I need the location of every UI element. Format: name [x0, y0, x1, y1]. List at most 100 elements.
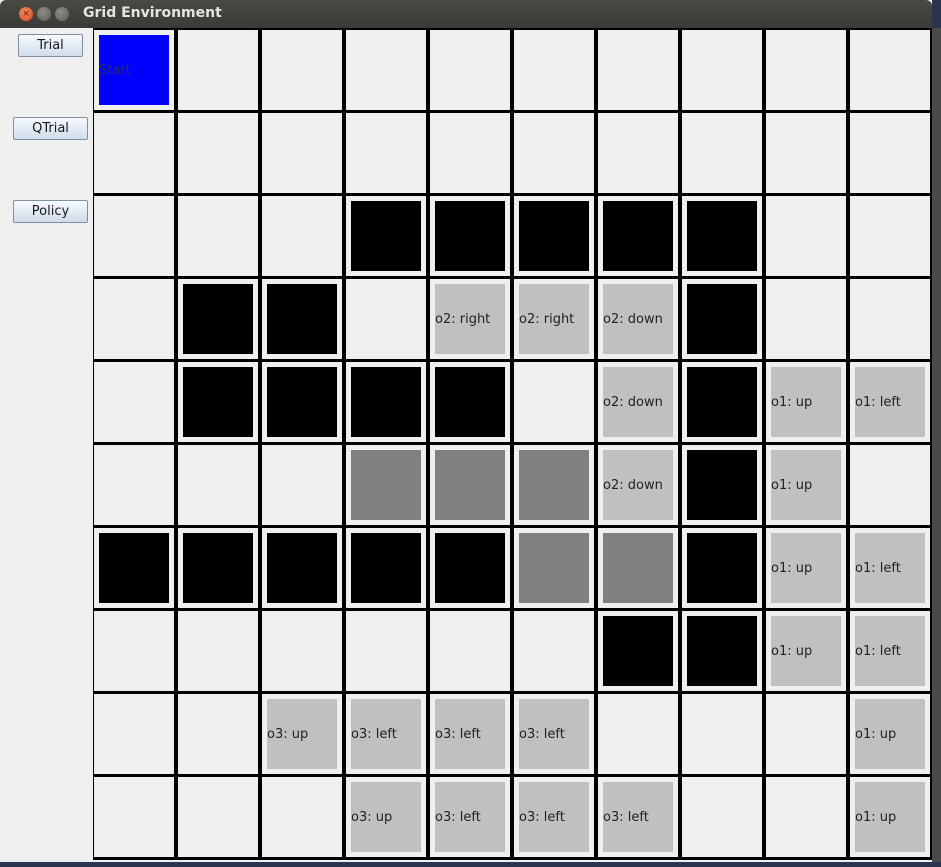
grid-cell[interactable]: o1: up	[850, 694, 930, 774]
grid-cell[interactable]	[346, 528, 426, 608]
grid-cell[interactable]	[262, 445, 342, 525]
grid-cell[interactable]	[94, 694, 174, 774]
grid-cell[interactable]	[682, 362, 762, 442]
maximize-window-button[interactable]	[55, 7, 69, 21]
grid-cell[interactable]: o2: down	[598, 279, 678, 359]
grid-cell[interactable]: o1: up	[766, 362, 846, 442]
grid-cell[interactable]	[682, 113, 762, 193]
grid-cell[interactable]	[262, 362, 342, 442]
grid-cell[interactable]: o3: left	[430, 777, 510, 857]
grid-cell[interactable]	[94, 528, 174, 608]
grid-cell[interactable]	[94, 611, 174, 691]
grid-cell[interactable]	[430, 30, 510, 110]
grid-cell[interactable]	[94, 777, 174, 857]
grid-cell[interactable]	[682, 611, 762, 691]
grid-cell[interactable]	[262, 279, 342, 359]
grid-cell[interactable]	[514, 196, 594, 276]
grid-cell[interactable]	[94, 113, 174, 193]
grid-cell[interactable]	[94, 362, 174, 442]
grid-cell[interactable]	[178, 445, 258, 525]
grid-cell[interactable]	[514, 528, 594, 608]
minimize-window-button[interactable]	[37, 7, 51, 21]
grid-cell[interactable]	[178, 196, 258, 276]
grid-cell[interactable]	[346, 279, 426, 359]
grid-cell[interactable]	[262, 196, 342, 276]
grid-cell[interactable]	[262, 113, 342, 193]
grid-cell[interactable]	[682, 777, 762, 857]
grid-cell[interactable]: o3: left	[514, 694, 594, 774]
grid-cell[interactable]	[514, 113, 594, 193]
grid-cell[interactable]: o1: up	[850, 777, 930, 857]
grid-cell[interactable]	[766, 113, 846, 193]
grid-cell[interactable]	[514, 445, 594, 525]
grid-cell[interactable]	[766, 30, 846, 110]
qtrial-button[interactable]: QTrial	[13, 117, 88, 140]
grid-cell[interactable]	[430, 528, 510, 608]
grid-cell[interactable]	[598, 694, 678, 774]
grid-cell[interactable]	[430, 445, 510, 525]
grid-cell[interactable]: o2: right	[514, 279, 594, 359]
grid-cell[interactable]	[682, 445, 762, 525]
grid-cell[interactable]	[94, 445, 174, 525]
grid-cell[interactable]	[598, 113, 678, 193]
grid-cell[interactable]	[514, 362, 594, 442]
grid-cell[interactable]	[94, 279, 174, 359]
grid-cell[interactable]	[178, 279, 258, 359]
grid-cell[interactable]	[430, 611, 510, 691]
grid-cell[interactable]	[178, 528, 258, 608]
grid-cell[interactable]	[682, 528, 762, 608]
grid-cell[interactable]	[178, 362, 258, 442]
grid-cell[interactable]	[94, 196, 174, 276]
grid-cell[interactable]	[262, 611, 342, 691]
grid-cell[interactable]	[346, 611, 426, 691]
grid-cell[interactable]: o2: down	[598, 362, 678, 442]
grid-cell[interactable]	[682, 196, 762, 276]
grid-cell[interactable]	[178, 611, 258, 691]
grid-cell[interactable]	[766, 777, 846, 857]
grid-cell[interactable]	[682, 30, 762, 110]
policy-button[interactable]: Policy	[13, 200, 88, 223]
grid-cell[interactable]	[766, 196, 846, 276]
grid-cell[interactable]: o3: up	[262, 694, 342, 774]
grid-cell[interactable]	[262, 528, 342, 608]
grid-cell[interactable]	[598, 30, 678, 110]
grid-cell[interactable]: o1: left	[850, 528, 930, 608]
grid-cell[interactable]	[346, 113, 426, 193]
grid-cell[interactable]	[598, 196, 678, 276]
grid-cell[interactable]: o3: left	[430, 694, 510, 774]
grid-cell[interactable]	[178, 113, 258, 193]
grid-cell[interactable]: o1: left	[850, 611, 930, 691]
grid-cell[interactable]	[514, 611, 594, 691]
close-window-button[interactable]: ×	[19, 7, 33, 21]
grid-cell[interactable]	[262, 777, 342, 857]
grid-cell[interactable]	[178, 777, 258, 857]
grid-cell[interactable]: o1: left	[850, 362, 930, 442]
trial-button[interactable]: Trial	[18, 34, 83, 57]
grid-cell[interactable]: Start	[94, 30, 174, 110]
grid-cell[interactable]: o3: left	[346, 694, 426, 774]
grid-cell[interactable]: o1: up	[766, 445, 846, 525]
grid-cell[interactable]: o1: up	[766, 528, 846, 608]
grid-cell[interactable]: o1: up	[766, 611, 846, 691]
grid-cell[interactable]	[766, 279, 846, 359]
grid-cell[interactable]	[850, 445, 930, 525]
grid-cell[interactable]	[850, 113, 930, 193]
grid-cell[interactable]	[346, 30, 426, 110]
grid-cell[interactable]	[430, 113, 510, 193]
grid-cell[interactable]	[850, 30, 930, 110]
grid-cell[interactable]	[850, 279, 930, 359]
grid-cell[interactable]	[178, 694, 258, 774]
grid-cell[interactable]	[346, 196, 426, 276]
grid-cell[interactable]	[766, 694, 846, 774]
grid-cell[interactable]: o3: up	[346, 777, 426, 857]
grid-cell[interactable]	[346, 445, 426, 525]
grid-cell[interactable]	[850, 196, 930, 276]
grid-cell[interactable]	[346, 362, 426, 442]
grid-cell[interactable]	[262, 30, 342, 110]
grid-cell[interactable]	[514, 30, 594, 110]
grid-cell[interactable]	[682, 694, 762, 774]
grid-cell[interactable]: o3: left	[598, 777, 678, 857]
grid-cell[interactable]	[178, 30, 258, 110]
grid-cell[interactable]	[430, 362, 510, 442]
grid-cell[interactable]	[430, 196, 510, 276]
